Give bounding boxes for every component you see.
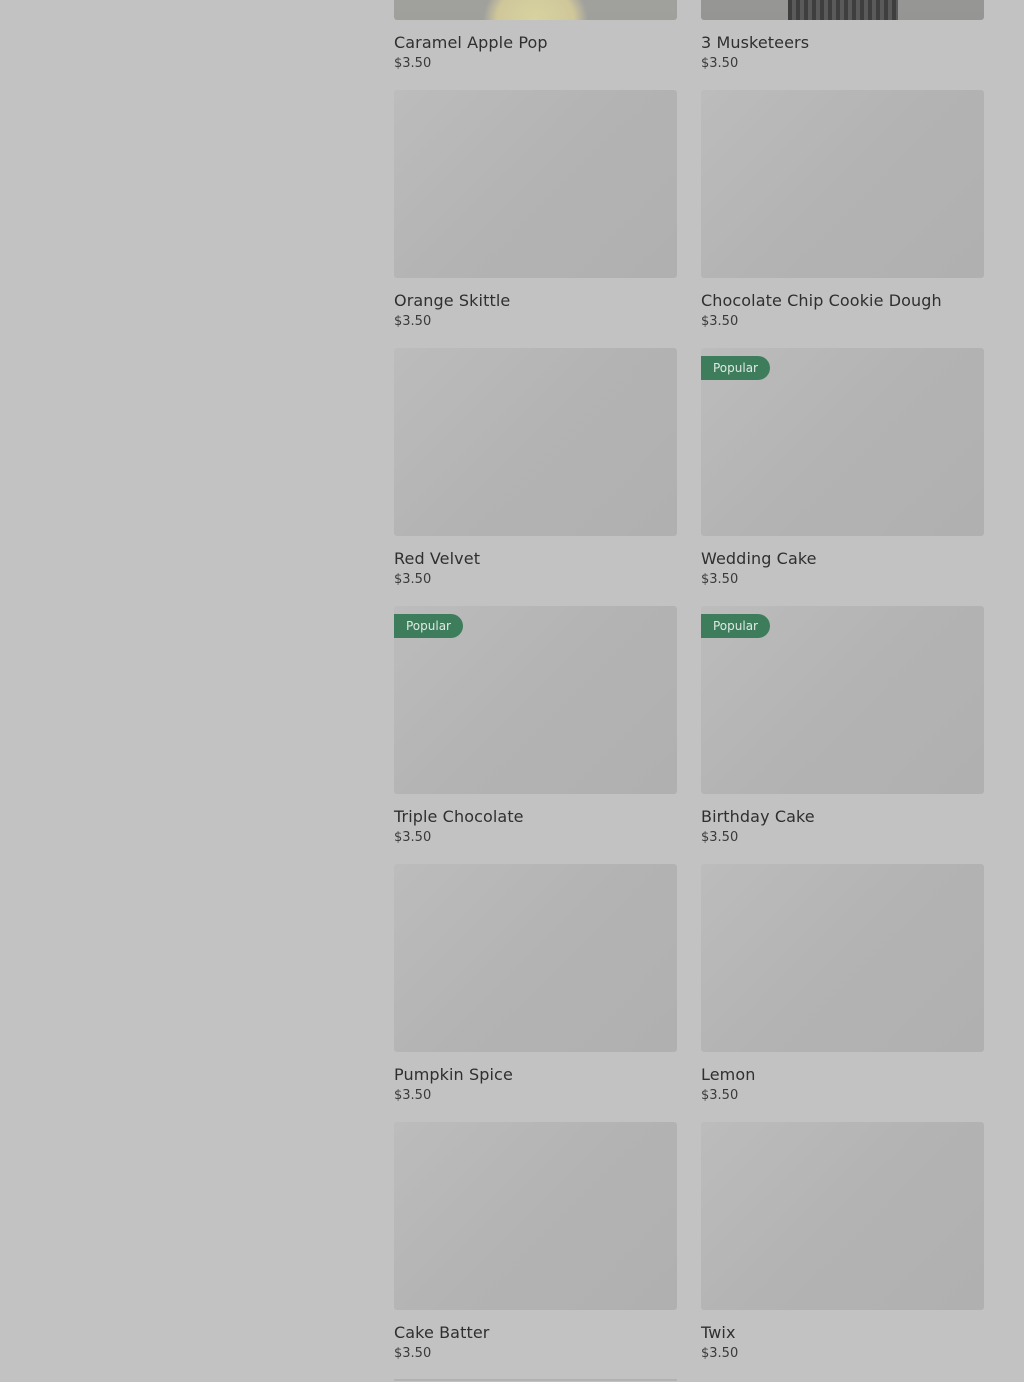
menu-item-name[interactable]: Red Velvet: [394, 549, 677, 569]
menu-item-name[interactable]: Cake Batter: [394, 1323, 677, 1343]
menu-item-name[interactable]: Lemon: [701, 1065, 984, 1085]
menu-item-name[interactable]: Caramel Apple Pop: [394, 33, 677, 53]
menu-item-price: $3.50: [701, 830, 739, 845]
menu-item-card[interactable]: Orange Skittle $3.50: [394, 90, 677, 348]
menu-item-image[interactable]: [701, 90, 984, 278]
menu-item-price: $3.50: [701, 1346, 739, 1361]
menu-item-card[interactable]: Lemon $3.50: [701, 864, 984, 1122]
menu-item-name[interactable]: Triple Chocolate: [394, 807, 677, 827]
menu-item-card[interactable]: Popular Triple Chocolate $3.50: [394, 606, 677, 864]
menu-item-image[interactable]: Popular: [394, 606, 677, 794]
menu-item-price: $3.50: [701, 314, 739, 329]
menu-item-price: $3.50: [701, 1088, 739, 1103]
menu-item-price: $3.50: [701, 56, 739, 71]
menu-item-image[interactable]: [701, 0, 984, 20]
menu-item-card[interactable]: Chocolate Chip Cookie Dough $3.50: [701, 90, 984, 348]
menu-item-price: $3.50: [394, 572, 432, 587]
menu-item-price: $3.50: [394, 1088, 432, 1103]
popular-badge: Popular: [701, 356, 770, 380]
menu-item-image[interactable]: [701, 1122, 984, 1310]
menu-item-card[interactable]: Red Velvet $3.50: [394, 348, 677, 606]
menu-item-image[interactable]: Popular: [701, 348, 984, 536]
menu-item-image[interactable]: Popular: [701, 606, 984, 794]
menu-item-card[interactable]: Caramel Apple Pop $3.50: [394, 0, 677, 90]
menu-item-grid: Caramel Apple Pop $3.50 3 Musketeers $3.50 O…: [394, 0, 984, 1380]
popular-badge: Popular: [701, 614, 770, 638]
menu-item-card[interactable]: Pumpkin Spice $3.50: [394, 864, 677, 1122]
next-row-edge: [394, 1379, 677, 1381]
menu-item-price: $3.50: [394, 314, 432, 329]
menu-item-image[interactable]: [701, 864, 984, 1052]
menu-item-price: $3.50: [394, 56, 432, 71]
menu-item-card[interactable]: 3 Musketeers $3.50: [701, 0, 984, 90]
menu-item-name[interactable]: 3 Musketeers: [701, 33, 984, 53]
menu-item-name[interactable]: Birthday Cake: [701, 807, 984, 827]
menu-item-name[interactable]: Chocolate Chip Cookie Dough: [701, 291, 984, 311]
menu-item-image[interactable]: [394, 90, 677, 278]
menu-item-name[interactable]: Pumpkin Spice: [394, 1065, 677, 1085]
menu-item-card[interactable]: Twix $3.50: [701, 1122, 984, 1380]
menu-item-name[interactable]: Orange Skittle: [394, 291, 677, 311]
menu-item-price: $3.50: [394, 830, 432, 845]
menu-item-price: $3.50: [394, 1346, 432, 1361]
popular-badge: Popular: [394, 614, 463, 638]
menu-item-name[interactable]: Wedding Cake: [701, 549, 984, 569]
menu-item-price: $3.50: [701, 572, 739, 587]
menu-item-card[interactable]: Popular Wedding Cake $3.50: [701, 348, 984, 606]
menu-page: Caramel Apple Pop $3.50 3 Musketeers $3.50 O…: [0, 0, 1024, 1382]
menu-item-image[interactable]: [394, 348, 677, 536]
menu-item-card[interactable]: Popular Birthday Cake $3.50: [701, 606, 984, 864]
menu-item-image[interactable]: [394, 0, 677, 20]
menu-item-image[interactable]: [394, 1122, 677, 1310]
menu-item-name[interactable]: Twix: [701, 1323, 984, 1343]
menu-item-image[interactable]: [394, 864, 677, 1052]
menu-item-card[interactable]: Cake Batter $3.50: [394, 1122, 677, 1380]
